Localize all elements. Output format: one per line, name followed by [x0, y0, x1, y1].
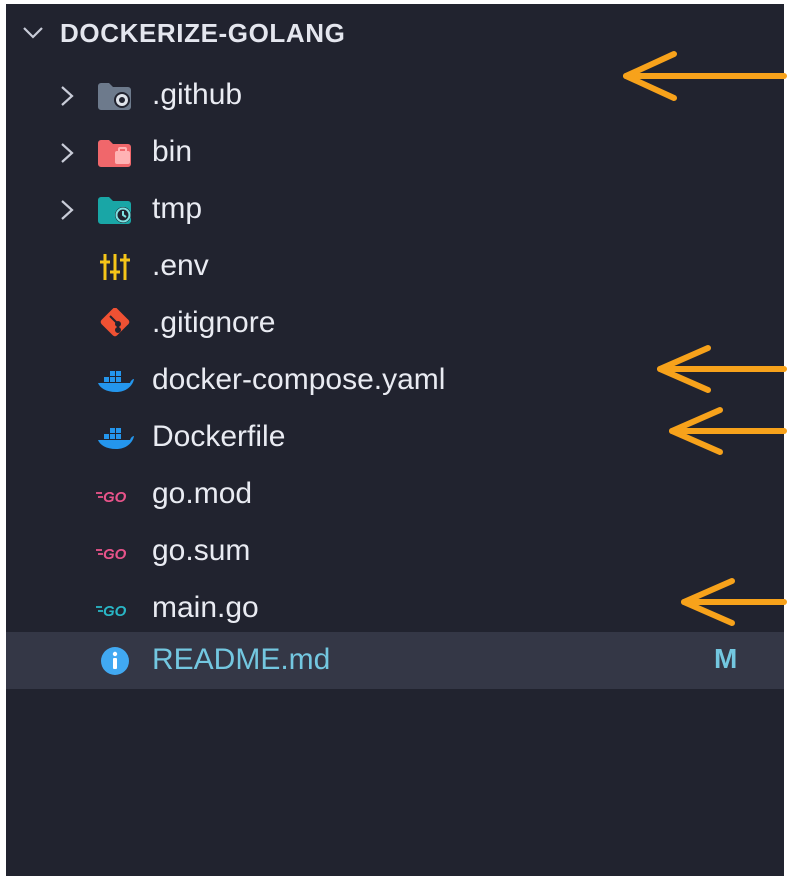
chevron-down-icon: [23, 27, 43, 39]
svg-text:GO: GO: [103, 546, 127, 563]
docker-icon: [98, 371, 134, 392]
tree-item-go-sum-file[interactable]: GO go.sum: [6, 523, 784, 580]
tree-item-main-go-file[interactable]: GO main.go: [6, 580, 784, 637]
chevron-right-icon[interactable]: [59, 142, 75, 164]
svg-text:GO: GO: [103, 489, 127, 506]
annotation-arrow-left-icon: [657, 345, 787, 393]
tree-item-label: README.md: [152, 643, 331, 676]
github-folder-icon: [98, 83, 131, 110]
tmp-folder-icon: [98, 197, 131, 224]
annotation-arrow-left-icon: [669, 407, 787, 455]
annotation-arrow-left-icon: [681, 578, 787, 626]
env-settings-icon: [100, 254, 130, 280]
annotation-arrow-left-icon: [623, 51, 787, 101]
tree-item-label: .github: [152, 78, 243, 111]
go-sum-icon: GO: [96, 546, 127, 563]
chevron-right-icon[interactable]: [59, 85, 75, 107]
tree-item-tmp-folder[interactable]: tmp: [6, 181, 784, 238]
svg-text:GO: GO: [103, 603, 127, 620]
info-icon: [101, 647, 129, 675]
tree-item-readme-file[interactable]: README.md M: [6, 632, 784, 689]
tree-item-label: docker-compose.yaml: [152, 363, 446, 396]
tree-item-env-file[interactable]: .env: [6, 238, 784, 295]
git-icon: [100, 308, 130, 337]
bin-folder-icon: [98, 140, 131, 167]
docker-icon: [98, 428, 134, 449]
tree-item-label: .env: [152, 249, 209, 282]
modified-badge: M: [714, 643, 738, 674]
tree-item-label: Dockerfile: [152, 420, 286, 453]
tree-item-label: .gitignore: [152, 306, 276, 339]
tree-item-label: bin: [152, 135, 193, 168]
tree-item-label: main.go: [152, 591, 259, 624]
go-file-icon: GO: [96, 603, 127, 620]
tree-item-go-mod-file[interactable]: GO go.mod: [6, 466, 784, 523]
chevron-right-icon[interactable]: [59, 199, 75, 221]
tree-item-label: go.mod: [152, 477, 253, 510]
explorer-folder-title: DOCKERIZE-GOLANG: [60, 18, 346, 48]
tree-item-bin-folder[interactable]: bin: [6, 124, 784, 181]
tree-item-label: tmp: [152, 192, 203, 225]
tree-item-label: go.sum: [152, 534, 251, 567]
go-mod-icon: GO: [96, 489, 127, 506]
